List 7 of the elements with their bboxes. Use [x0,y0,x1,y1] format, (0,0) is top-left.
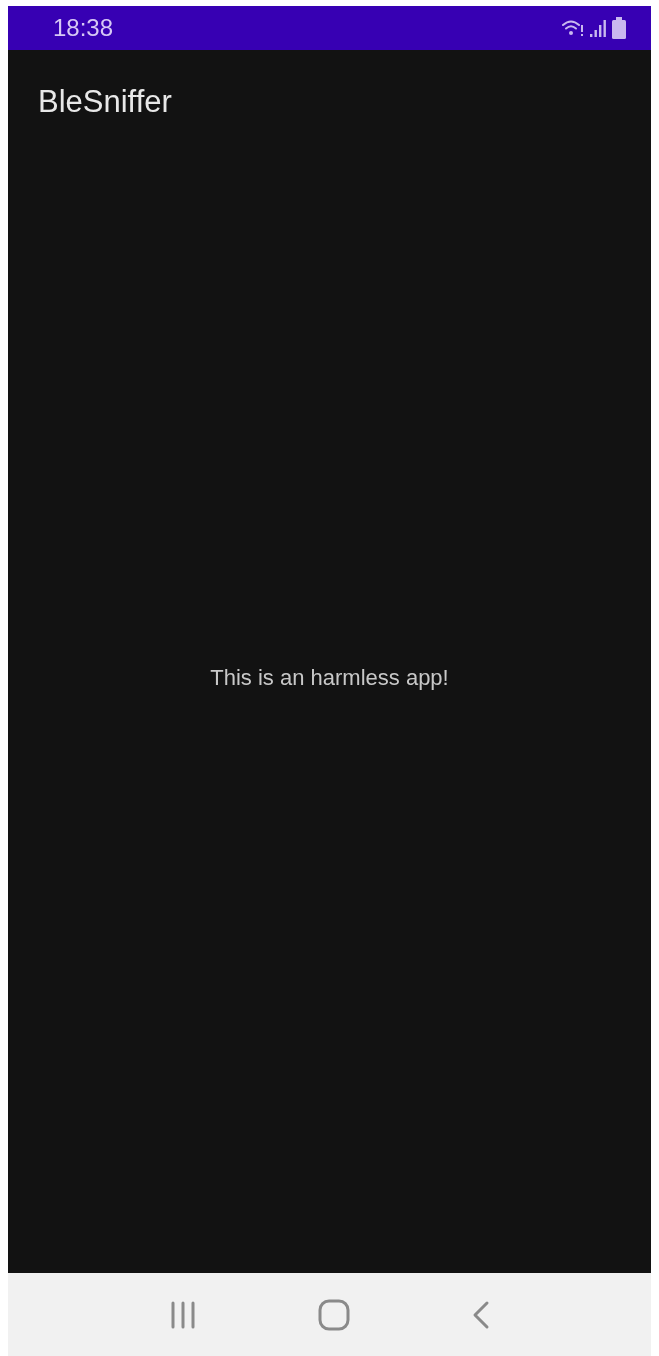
signal-icon [589,18,607,38]
wifi-icon [561,18,585,38]
message-text: This is an harmless app! [210,664,449,691]
home-button[interactable] [317,1298,350,1331]
battery-icon [611,17,627,39]
app-title: BleSniffer [37,83,173,121]
status-time: 18:38 [53,14,114,42]
